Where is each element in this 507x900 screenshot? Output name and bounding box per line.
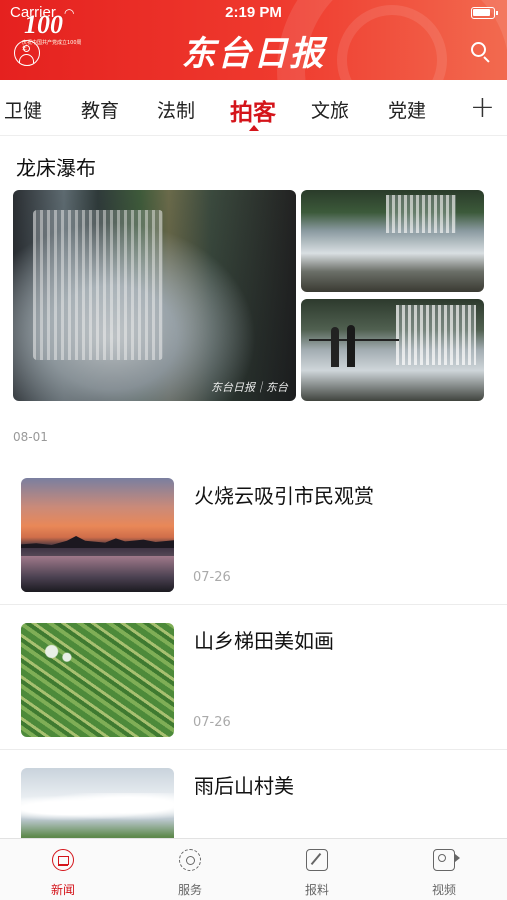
tab-party-building[interactable]: 党建	[388, 96, 426, 123]
image-watermark: 东台日报｜东台	[211, 381, 288, 394]
bottom-tab-bar: 新闻 服务 报料 视频	[0, 838, 507, 900]
item-title: 山乡梯田美如画	[194, 629, 334, 653]
nav-label: 服务	[177, 883, 202, 897]
nav-video[interactable]: 视频	[381, 839, 507, 900]
item-date: 07-26	[193, 570, 231, 585]
tab-weijian[interactable]: 卫健	[4, 96, 42, 123]
status-bar: Carrier ◠ 2:19 PM	[0, 4, 507, 26]
service-icon	[179, 849, 201, 871]
nav-service[interactable]: 服务	[127, 839, 253, 900]
nav-label: 报料	[304, 883, 329, 897]
report-icon	[306, 849, 328, 871]
album-title[interactable]: 龙床瀑布	[16, 152, 96, 181]
app-logo: 东台日报	[181, 34, 326, 74]
add-channel-button[interactable]: +	[470, 90, 495, 125]
album-image-3[interactable]	[301, 299, 484, 401]
tab-culture-travel[interactable]: 文旅	[311, 96, 349, 123]
app-header: Carrier ◠ 2:19 PM 100 庆祝中国共产党成立100周年 东台日…	[0, 0, 507, 80]
status-time: 2:19 PM	[225, 4, 282, 21]
tab-education[interactable]: 教育	[81, 96, 119, 123]
nav-label: 视频	[431, 883, 456, 897]
list-item[interactable]: 山乡梯田美如画 07-26	[0, 605, 507, 750]
nav-news[interactable]: 新闻	[0, 839, 126, 900]
tab-paike[interactable]: 拍客	[230, 93, 276, 127]
nav-report[interactable]: 报料	[254, 839, 380, 900]
album-image-2[interactable]	[301, 190, 484, 292]
item-date: 07-26	[193, 715, 231, 730]
battery-icon	[471, 7, 498, 19]
active-tab-indicator	[249, 125, 259, 131]
item-title: 雨后山村美	[194, 774, 294, 798]
item-title: 火烧云吸引市民观赏	[194, 484, 374, 508]
tab-law[interactable]: 法制	[157, 96, 195, 123]
album-date: 08-01	[13, 430, 48, 444]
news-icon	[52, 849, 74, 871]
channel-tabs: 卫健 教育 法制 拍客 文旅 党建 +	[0, 80, 507, 136]
video-icon	[433, 849, 460, 871]
item-thumbnail	[21, 478, 174, 592]
nav-label: 新闻	[50, 883, 75, 897]
search-icon[interactable]	[471, 42, 493, 64]
item-thumbnail	[21, 623, 174, 737]
list-item[interactable]: 火烧云吸引市民观赏 07-26	[0, 460, 507, 605]
album-main-image[interactable]: 东台日报｜东台	[13, 190, 296, 401]
